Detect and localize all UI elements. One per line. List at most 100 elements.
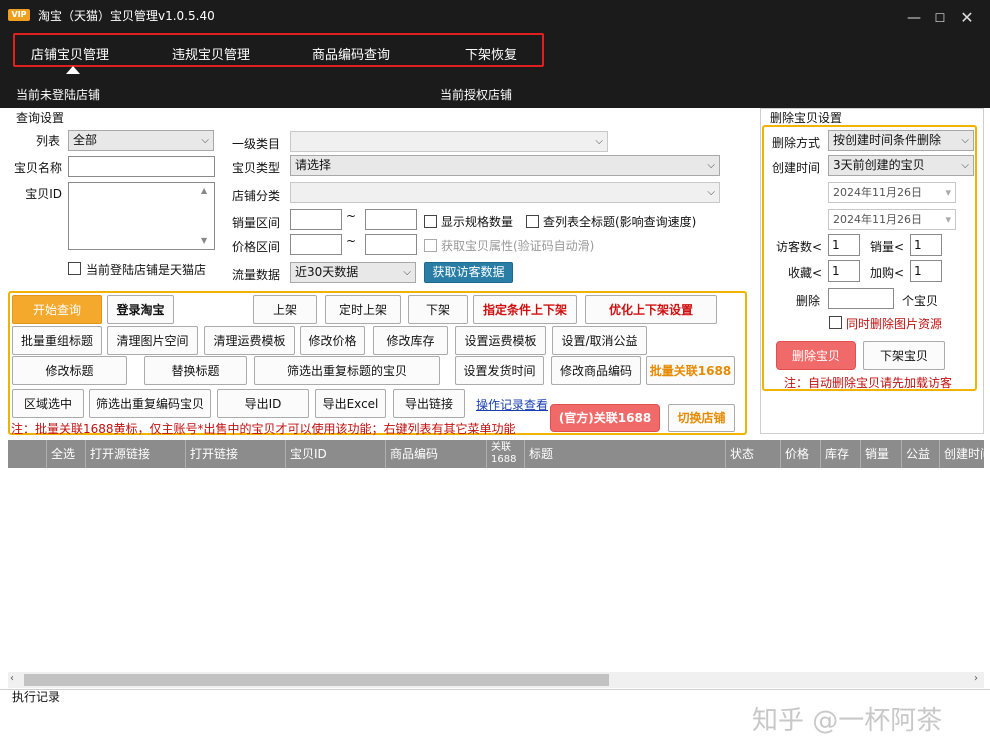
filter-duplicate-title-button[interactable]: 筛选出重复标题的宝贝	[254, 356, 440, 385]
watermark: 知乎 @一杯阿茶	[752, 706, 943, 736]
col-source-link[interactable]: 打开源链接	[85, 440, 185, 468]
export-link-button[interactable]: 导出链接	[393, 389, 465, 418]
delete-method-select[interactable]: 按创建时间条件删除 ⌵	[828, 130, 974, 151]
col-charity[interactable]: 公益	[901, 440, 939, 468]
fulltitle-checkbox[interactable]	[526, 215, 539, 228]
tab-restore[interactable]: 下架恢复	[465, 44, 517, 63]
edit-stock-button[interactable]: 修改库存	[373, 326, 448, 355]
close-icon[interactable]: ✕	[957, 10, 977, 28]
delist-items-button[interactable]: 下架宝贝	[863, 341, 945, 370]
sales-max-input[interactable]	[365, 209, 417, 230]
window-title: 淘宝（天猫）宝贝管理v1.0.5.40	[38, 9, 215, 23]
chevron-down-icon: ⌵	[403, 267, 411, 278]
col-link[interactable]: 打开链接	[185, 440, 285, 468]
id-textarea[interactable]	[68, 182, 215, 250]
type-select-value: 请选择	[295, 158, 332, 172]
attr-checkbox[interactable]	[424, 239, 437, 252]
table-header: 全选 打开源链接 打开链接 宝贝ID 商品编码 关联1688 标题 状态 价格 …	[8, 440, 984, 468]
fulltitle-check-label: 查列表全标题(影响查询速度)	[543, 215, 697, 229]
delete-note: 注：自动删除宝贝请先加载访客	[784, 376, 953, 390]
col-link-1688[interactable]: 关联1688	[486, 440, 524, 468]
edit-price-button[interactable]: 修改价格	[300, 326, 365, 355]
price-tilde: ~	[346, 234, 357, 248]
tab-shop-items[interactable]: 店铺宝贝管理	[31, 44, 109, 63]
visits-input[interactable]: 1	[828, 234, 860, 256]
condition-list-button[interactable]: 指定条件上下架	[473, 295, 577, 324]
delete-items-button[interactable]: 删除宝贝	[776, 341, 856, 370]
type-select[interactable]: 请选择 ⌵	[290, 155, 720, 176]
get-visitor-data-button[interactable]: 获取访客数据	[424, 262, 513, 283]
traffic-select-value: 近30天数据	[295, 265, 359, 279]
log-view-link[interactable]: 操作记录查看	[476, 396, 548, 413]
list-select[interactable]: 全部 ⌵	[68, 130, 214, 151]
maximize-icon[interactable]: ☐	[930, 10, 950, 28]
set-charity-button[interactable]: 设置/取消公益	[552, 326, 647, 355]
sales-min-input[interactable]	[290, 209, 342, 230]
tab-code-query[interactable]: 商品编码查询	[312, 44, 390, 63]
fav-input[interactable]: 1	[828, 260, 860, 282]
area-select-button[interactable]: 区域选中	[12, 389, 84, 418]
filter-duplicate-code-button[interactable]: 筛选出重复编码宝贝	[89, 389, 211, 418]
edit-title-button[interactable]: 修改标题	[12, 356, 127, 385]
table-body[interactable]	[8, 468, 984, 672]
set-shipping-template-button[interactable]: 设置运费模板	[455, 326, 546, 355]
price-min-input[interactable]	[290, 234, 342, 255]
start-query-button[interactable]: 开始查询	[12, 295, 102, 324]
scroll-up-icon[interactable]: ▲	[201, 186, 207, 195]
export-id-button[interactable]: 导出ID	[217, 389, 309, 418]
minimize-icon[interactable]: —	[904, 10, 924, 28]
scroll-down-icon[interactable]: ▼	[201, 236, 207, 245]
horizontal-scrollbar[interactable]: ‹ ›	[8, 672, 984, 688]
list-label: 列表	[35, 134, 60, 148]
clean-shipping-template-button[interactable]: 清理运费模板	[204, 326, 295, 355]
chevron-down-icon: ⌵	[707, 160, 715, 171]
col-price[interactable]: 价格	[780, 440, 820, 468]
tmall-checkbox[interactable]	[68, 262, 81, 275]
set-ship-time-button[interactable]: 设置发货时间	[455, 356, 544, 385]
date-picker-2[interactable]: 2024年11月26日 ▾	[828, 209, 956, 230]
list-select-value: 全部	[73, 133, 98, 147]
edit-product-code-button[interactable]: 修改商品编码	[551, 356, 641, 385]
category-select[interactable]: ⌵	[290, 131, 608, 152]
list-button[interactable]: 上架	[253, 295, 317, 324]
shop-category-select[interactable]: ⌵	[290, 182, 720, 203]
col-select-all[interactable]: 全选	[46, 440, 85, 468]
delist-button[interactable]: 下架	[408, 295, 468, 324]
create-time-select[interactable]: 3天前创建的宝贝 ⌵	[828, 155, 974, 176]
rebuild-title-button[interactable]: 批量重组标题	[12, 326, 102, 355]
log-divider	[0, 689, 990, 690]
date-picker-1[interactable]: 2024年11月26日 ▾	[828, 182, 956, 203]
col-title[interactable]: 标题	[524, 440, 725, 468]
traffic-label: 流量数据	[231, 268, 280, 282]
col-stock[interactable]: 库存	[820, 440, 860, 468]
price-max-input[interactable]	[365, 234, 417, 255]
cart-input[interactable]: 1	[910, 260, 942, 282]
official-link-1688-button[interactable]: (官方)关联1688	[550, 404, 660, 432]
export-excel-button[interactable]: 导出Excel	[315, 389, 386, 418]
scheduled-list-button[interactable]: 定时上架	[325, 295, 401, 324]
col-item-id[interactable]: 宝贝ID	[285, 440, 385, 468]
auth-status: 当前授权店铺	[440, 88, 513, 102]
optimize-list-settings-button[interactable]: 优化上下架设置	[585, 295, 717, 324]
replace-title-button[interactable]: 替换标题	[144, 356, 247, 385]
col-product-code[interactable]: 商品编码	[385, 440, 486, 468]
scrollbar-thumb[interactable]	[24, 674, 609, 686]
traffic-select[interactable]: 近30天数据 ⌵	[290, 262, 416, 283]
scroll-left-icon[interactable]: ‹	[10, 673, 14, 684]
col-sales[interactable]: 销量	[860, 440, 901, 468]
col-create-time[interactable]: 创建时间	[939, 440, 984, 468]
sales-lt-input[interactable]: 1	[910, 234, 942, 256]
delete-count-input[interactable]	[828, 288, 894, 309]
delete-images-checkbox[interactable]	[829, 316, 842, 329]
clean-image-button[interactable]: 清理图片空间	[107, 326, 198, 355]
switch-shop-button[interactable]: 切换店铺	[668, 404, 735, 432]
col-status[interactable]: 状态	[725, 440, 780, 468]
scroll-right-icon[interactable]: ›	[974, 673, 978, 684]
batch-link-1688-button[interactable]: 批量关联1688	[646, 356, 735, 385]
tab-violation-items[interactable]: 违规宝贝管理	[172, 44, 250, 63]
spec-checkbox[interactable]	[424, 215, 437, 228]
sales-range-label: 销量区间	[231, 216, 280, 230]
name-input[interactable]	[68, 156, 215, 177]
login-taobao-button[interactable]: 登录淘宝	[107, 295, 174, 324]
sales-tilde: ~	[346, 209, 357, 223]
